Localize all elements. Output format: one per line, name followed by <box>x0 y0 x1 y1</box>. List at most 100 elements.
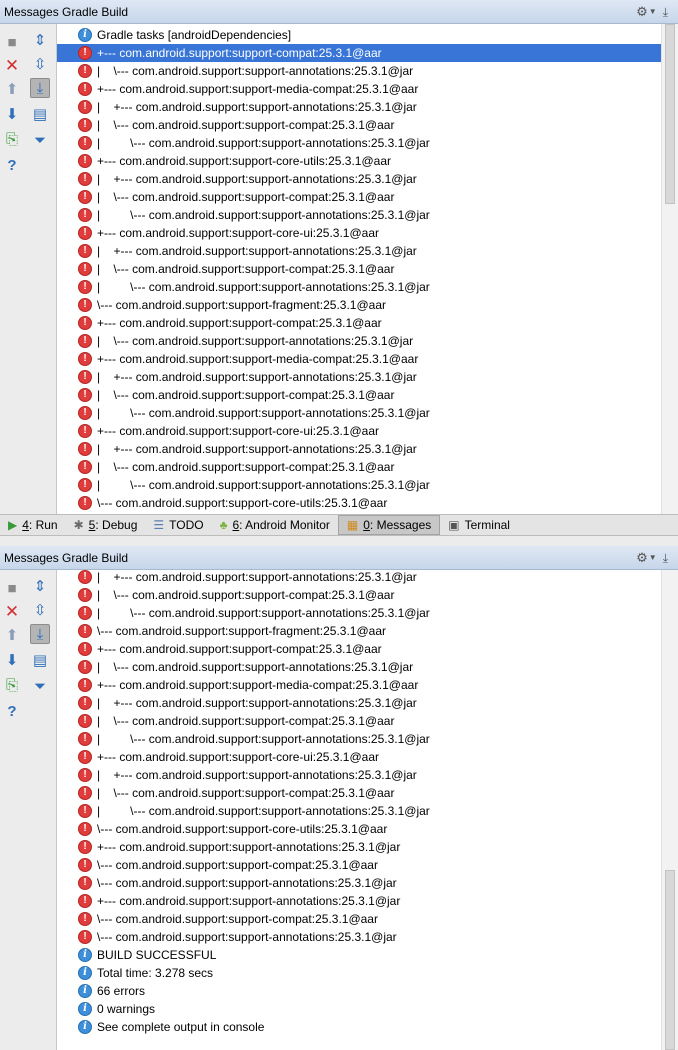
close-icon[interactable]: ✕ <box>2 601 22 621</box>
message-row[interactable]: ! | \--- com.android.support:support-anno… <box>57 658 661 676</box>
message-tree[interactable]: i Gradle tasks [androidDependencies]! +---… <box>57 24 661 514</box>
message-row[interactable]: ! | +--- com.android.support:support-anno… <box>57 170 661 188</box>
arrow-down-icon[interactable]: ⬇ <box>2 650 22 670</box>
message-row[interactable]: ! +--- com.android.support:support-media-… <box>57 676 661 694</box>
message-row[interactable]: ! | \--- com.android.support:support-anno… <box>57 476 661 494</box>
message-row[interactable]: ! \--- com.android.support:support-annota… <box>57 874 661 892</box>
stop-icon[interactable]: ■ <box>2 578 22 598</box>
message-row[interactable]: ! +--- com.android.support:support-core-u… <box>57 748 661 766</box>
message-row[interactable]: ! \--- com.android.support:support-compat… <box>57 910 661 928</box>
filter-icon[interactable]: ⏷ <box>30 130 50 150</box>
message-text: | \--- com.android.support:support-annot… <box>97 478 430 492</box>
expand-all-icon[interactable]: ⇕ <box>30 576 50 596</box>
tool-window-mnemonic: 5 <box>88 518 96 532</box>
collapse-all-icon[interactable]: ⇳ <box>30 600 50 620</box>
scrollbar-thumb[interactable] <box>665 870 675 1050</box>
message-row[interactable]: ! | +--- com.android.support:support-anno… <box>57 570 661 586</box>
hide-panel-icon[interactable]: ⤓ <box>663 552 668 564</box>
message-row[interactable]: ! | \--- com.android.support:support-comp… <box>57 188 661 206</box>
chevron-down-icon[interactable]: ▼ <box>649 7 657 16</box>
tool-window-run[interactable]: ▶ 4: Run <box>0 515 66 535</box>
preview-icon[interactable]: ▤ <box>30 104 50 124</box>
message-row[interactable]: ! | \--- com.android.support:support-anno… <box>57 332 661 350</box>
message-row[interactable]: ! | \--- com.android.support:support-anno… <box>57 62 661 80</box>
message-row[interactable]: ! | +--- com.android.support:support-anno… <box>57 440 661 458</box>
message-row[interactable]: ! | +--- com.android.support:support-anno… <box>57 242 661 260</box>
message-row[interactable]: ! | \--- com.android.support:support-comp… <box>57 458 661 476</box>
export-icon[interactable]: ⎘ <box>2 129 22 149</box>
message-row[interactable]: ! +--- com.android.support:support-annota… <box>57 892 661 910</box>
error-icon: ! <box>78 804 92 818</box>
vertical-scrollbar[interactable] <box>661 570 678 1050</box>
arrow-down-icon[interactable]: ⬇ <box>2 104 22 124</box>
tool-window-android[interactable]: ♣ 6: Android Monitor <box>212 515 338 535</box>
autoscroll-icon[interactable]: ⤓ <box>30 624 50 644</box>
scrollbar-thumb[interactable] <box>665 24 675 204</box>
message-row[interactable]: ! | \--- com.android.support:support-comp… <box>57 116 661 134</box>
message-row[interactable]: ! | \--- com.android.support:support-anno… <box>57 604 661 622</box>
message-tree[interactable]: ! | +--- com.android.support:support-anno… <box>57 570 661 1050</box>
message-row[interactable]: ! | \--- com.android.support:support-anno… <box>57 802 661 820</box>
vertical-scrollbar[interactable] <box>661 24 678 514</box>
message-row[interactable]: ! | +--- com.android.support:support-anno… <box>57 694 661 712</box>
help-icon[interactable]: ? <box>2 155 22 175</box>
gear-icon[interactable]: ⚙ <box>636 551 648 564</box>
message-row[interactable]: i BUILD SUCCESSFUL <box>57 946 661 964</box>
message-row[interactable]: ! +--- com.android.support:support-compat… <box>57 314 661 332</box>
gear-icon[interactable]: ⚙ <box>636 5 648 18</box>
message-row[interactable]: ! | \--- com.android.support:support-anno… <box>57 206 661 224</box>
close-icon[interactable]: ✕ <box>2 55 22 75</box>
error-icon: ! <box>78 696 92 710</box>
arrow-up-icon[interactable]: ⬆ <box>2 79 22 99</box>
message-row[interactable]: ! \--- com.android.support:support-annota… <box>57 928 661 946</box>
message-row[interactable]: ! | \--- com.android.support:support-comp… <box>57 260 661 278</box>
message-row[interactable]: ! | +--- com.android.support:support-anno… <box>57 98 661 116</box>
help-icon[interactable]: ? <box>2 701 22 721</box>
message-row[interactable]: ! +--- com.android.support:support-compat… <box>57 640 661 658</box>
message-row[interactable]: ! \--- com.android.support:support-fragme… <box>57 296 661 314</box>
message-row[interactable]: ! \--- com.android.support:support-core-u… <box>57 820 661 838</box>
message-row[interactable]: ! +--- com.android.support:support-annota… <box>57 838 661 856</box>
filter-icon[interactable]: ⏷ <box>30 676 50 696</box>
message-row[interactable]: ! | \--- com.android.support:support-anno… <box>57 404 661 422</box>
message-row[interactable]: i 0 warnings <box>57 1000 661 1018</box>
message-row[interactable]: i 66 errors <box>57 982 661 1000</box>
message-row[interactable]: ! | \--- com.android.support:support-comp… <box>57 784 661 802</box>
message-row[interactable]: ! +--- com.android.support:support-core-u… <box>57 152 661 170</box>
message-row[interactable]: ! \--- com.android.support:support-core-u… <box>57 494 661 512</box>
tool-window-todo[interactable]: ☰ TODO <box>145 515 211 535</box>
stop-icon[interactable]: ■ <box>2 32 22 52</box>
chevron-down-icon[interactable]: ▼ <box>649 553 657 562</box>
expand-all-icon[interactable]: ⇕ <box>30 30 50 50</box>
message-row[interactable]: i Gradle tasks [androidDependencies] <box>57 26 661 44</box>
export-icon[interactable]: ⎘ <box>2 675 22 695</box>
message-row[interactable]: ! +--- com.android.support:support-media-… <box>57 80 661 98</box>
arrow-up-icon[interactable]: ⬆ <box>2 625 22 645</box>
tool-window-terminal[interactable]: ▣ Terminal <box>440 515 518 535</box>
message-row[interactable]: ! | +--- com.android.support:support-anno… <box>57 368 661 386</box>
message-row[interactable]: ! | \--- com.android.support:support-comp… <box>57 386 661 404</box>
message-row[interactable]: ! \--- com.android.support:support-fragme… <box>57 622 661 640</box>
collapse-all-icon[interactable]: ⇳ <box>30 54 50 74</box>
message-row[interactable]: ! | \--- com.android.support:support-anno… <box>57 134 661 152</box>
message-row[interactable]: ! | +--- com.android.support:support-anno… <box>57 766 661 784</box>
message-row[interactable]: ! | \--- com.android.support:support-comp… <box>57 712 661 730</box>
message-row[interactable]: ! +--- com.android.support:support-core-u… <box>57 422 661 440</box>
message-row[interactable]: ! | \--- com.android.support:support-comp… <box>57 586 661 604</box>
hide-panel-icon[interactable]: ⤓ <box>663 6 668 18</box>
message-row[interactable]: ! \--- com.android.support:support-compat… <box>57 856 661 874</box>
error-icon: ! <box>78 424 92 438</box>
message-text: | \--- com.android.support:support-annot… <box>97 804 430 818</box>
tool-window-debug[interactable]: ✱ 5: Debug <box>66 515 146 535</box>
message-row[interactable]: ! | \--- com.android.support:support-anno… <box>57 278 661 296</box>
message-row[interactable]: i Total time: 3.278 secs <box>57 964 661 982</box>
message-text: | +--- com.android.support:support-annot… <box>97 370 417 384</box>
message-row[interactable]: i See complete output in console <box>57 1018 661 1036</box>
preview-icon[interactable]: ▤ <box>30 650 50 670</box>
message-row[interactable]: ! +--- com.android.support:support-media-… <box>57 350 661 368</box>
message-row[interactable]: ! +--- com.android.support:support-core-u… <box>57 224 661 242</box>
tool-window-messages[interactable]: ▦ 0: Messages <box>337 515 441 535</box>
autoscroll-icon[interactable]: ⤓ <box>30 78 50 98</box>
message-row[interactable]: ! +--- com.android.support:support-compat… <box>57 44 661 62</box>
message-row[interactable]: ! | \--- com.android.support:support-anno… <box>57 730 661 748</box>
